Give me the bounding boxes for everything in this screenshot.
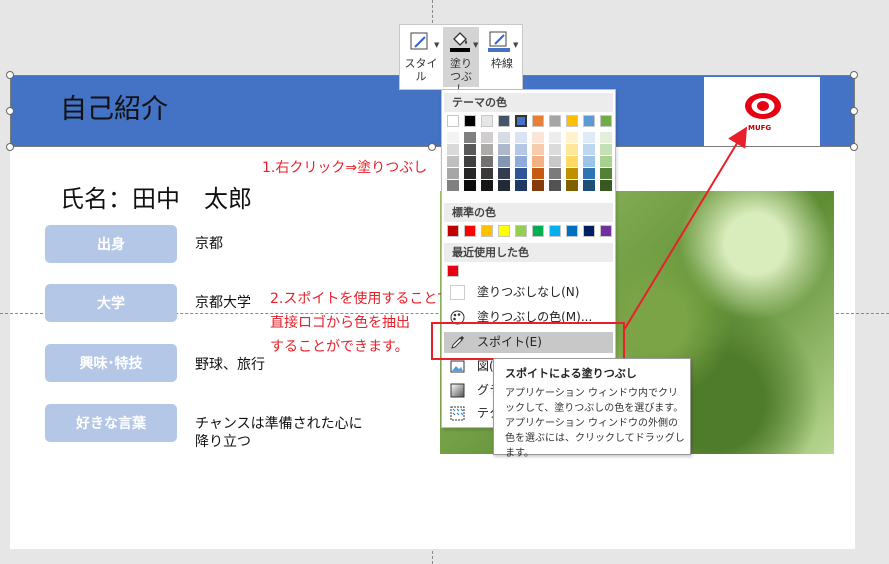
annotation-arrow [623,126,748,331]
arrow-line [623,126,748,331]
